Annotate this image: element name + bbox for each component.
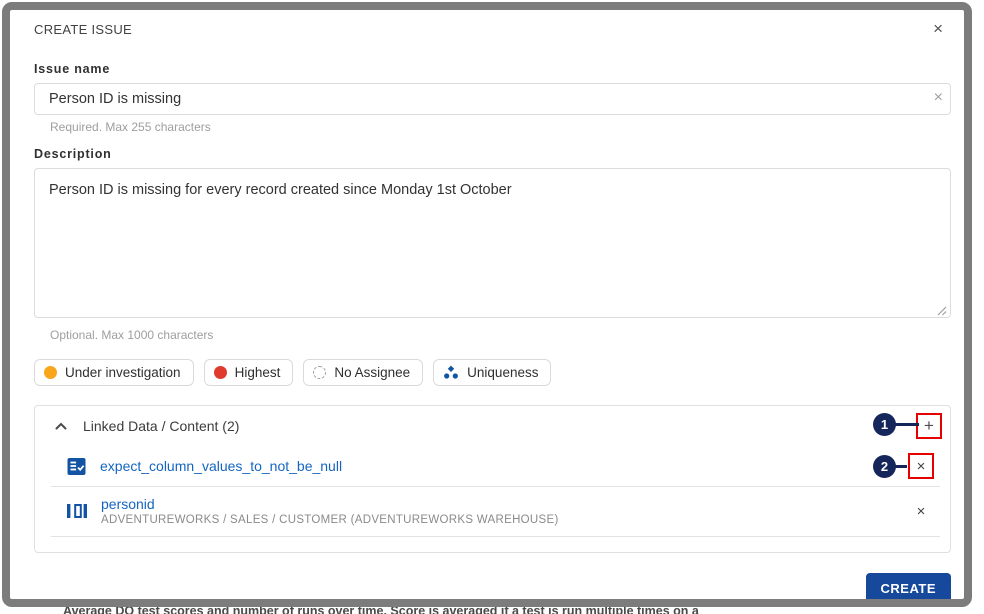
linked-data-panel: Linked Data / Content (2) + expect_colum… xyxy=(34,405,951,553)
chip-label: No Assignee xyxy=(334,365,410,380)
create-issue-dialog: CREATE ISSUE × Issue name × Required. Ma… xyxy=(2,2,972,607)
description-label: Description xyxy=(34,147,951,161)
linked-item-row: personid ADVENTUREWORKS / SALES / CUSTOM… xyxy=(35,487,950,536)
chip-status-under-investigation[interactable]: Under investigation xyxy=(34,359,194,386)
chip-priority-highest[interactable]: Highest xyxy=(204,359,294,386)
close-icon[interactable]: × xyxy=(925,22,951,36)
fact-check-icon xyxy=(67,457,86,476)
chevron-up-icon[interactable] xyxy=(51,418,71,434)
issue-name-helper: Required. Max 255 characters xyxy=(50,120,951,134)
linked-column-path: ADVENTUREWORKS / SALES / CUSTOMER (ADVEN… xyxy=(101,514,559,526)
remove-linked-test-icon[interactable]: × xyxy=(910,455,932,477)
add-linked-item-button[interactable]: + xyxy=(918,415,940,437)
priority-dot-icon xyxy=(214,366,227,379)
dialog-title: CREATE ISSUE xyxy=(24,22,132,37)
linked-test-link[interactable]: expect_column_values_to_not_be_null xyxy=(100,458,342,474)
linked-item-row: expect_column_values_to_not_be_null × xyxy=(35,446,950,486)
create-button[interactable]: CREATE xyxy=(866,573,951,599)
status-dot-icon xyxy=(44,366,57,379)
annotation-connector-2 xyxy=(895,465,907,468)
chip-label: Under investigation xyxy=(65,365,181,380)
chip-no-assignee[interactable]: No Assignee xyxy=(303,359,423,386)
clear-input-icon[interactable]: × xyxy=(934,89,943,107)
issue-name-input[interactable] xyxy=(34,83,951,115)
remove-linked-column-icon[interactable]: × xyxy=(910,500,932,522)
issue-name-label: Issue name xyxy=(34,62,951,76)
annotation-marker-1: 1 xyxy=(873,413,896,436)
uniqueness-icon xyxy=(443,365,459,380)
column-icon xyxy=(67,503,87,519)
linked-column-link[interactable]: personid xyxy=(101,496,559,512)
annotation-marker-2: 2 xyxy=(873,455,896,478)
linked-section-title: Linked Data / Content (2) xyxy=(83,418,239,434)
description-helper: Optional. Max 1000 characters xyxy=(50,328,951,342)
dashed-circle-icon xyxy=(313,366,326,379)
attribute-chips: Under investigation Highest No Assignee xyxy=(34,359,951,386)
description-textarea[interactable]: Person ID is missing for every record cr… xyxy=(34,168,951,318)
resize-handle-icon[interactable] xyxy=(937,306,947,316)
chip-label: Uniqueness xyxy=(467,365,538,380)
chip-dimension-uniqueness[interactable]: Uniqueness xyxy=(433,359,551,386)
chip-label: Highest xyxy=(235,365,281,380)
annotation-connector-1 xyxy=(895,423,919,426)
